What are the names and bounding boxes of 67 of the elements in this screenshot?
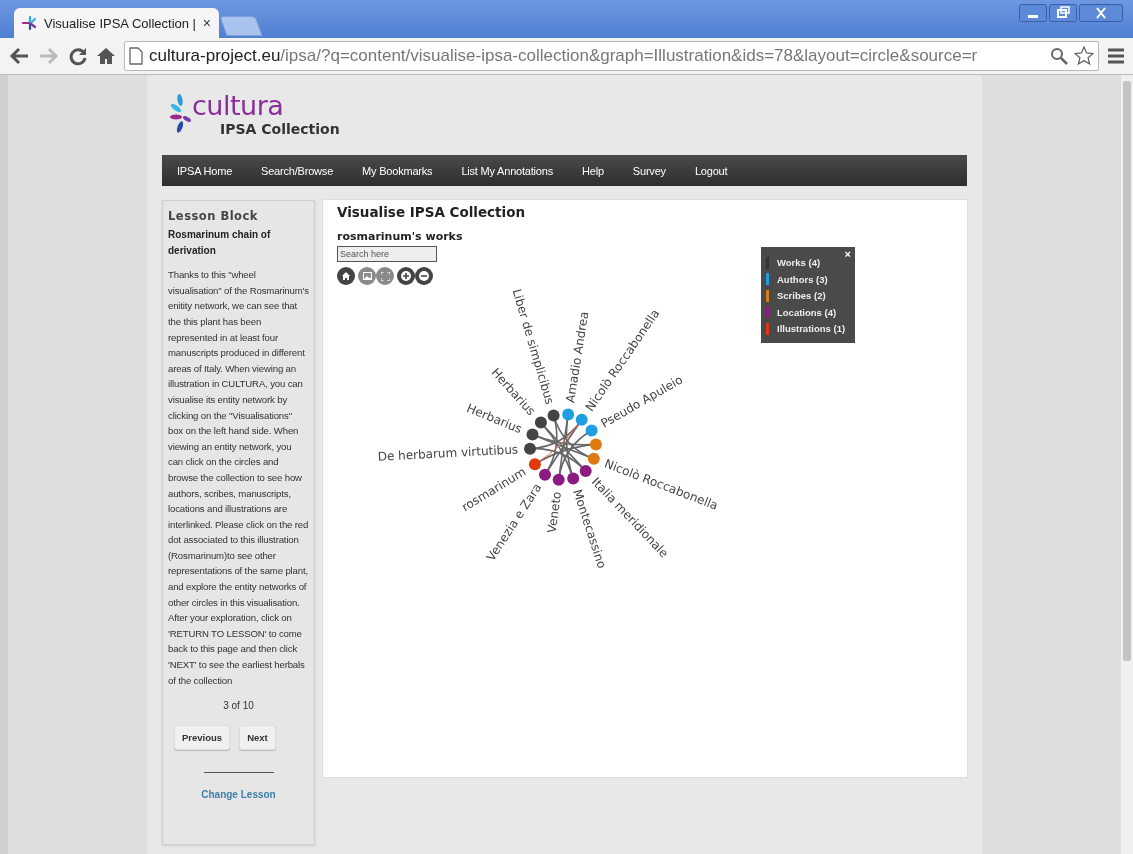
fullscreen-icon [380,271,390,281]
nav-link[interactable]: Help [582,164,604,177]
search-icon[interactable] [1050,47,1068,65]
logo-icon [170,93,192,135]
image-icon [362,272,372,280]
legend-label[interactable]: Authors (3) [777,273,828,285]
legend-close-button[interactable]: × [844,248,851,260]
node-label[interactable]: Veneto [544,490,565,534]
node-dot[interactable] [552,473,565,486]
node-dot[interactable] [534,416,547,429]
home-button[interactable] [337,267,355,285]
scrollbar-thumb[interactable] [1123,81,1131,661]
lesson-nav-button[interactable]: Previous [174,725,231,751]
graph-subtitle: rosmarinum's works [337,230,464,243]
close-icon[interactable] [1079,4,1123,22]
node-dot[interactable] [585,424,598,437]
home-icon [342,272,350,280]
lesson-heading: Rosmarinum chain of derivation [168,228,272,258]
node-dot[interactable] [539,468,551,481]
zoom-out-button[interactable] [415,267,433,285]
logo-wordmark: cultura [192,93,285,119]
nav-link[interactable]: List My Annotations [461,164,553,177]
home-icon[interactable] [96,46,116,66]
lesson-text: Thanks to this "wheel visualisation" of the Rosmarinum's enitity network, we can see that the this plant has been represented in at least four manuscripts produced in different areas of Italy. When viewing an illustration in CULTURA, you can visualise its entity network by clicking on the "Visualisations" box on the left hand side. When viewing an entity network, you can click on the circles and browse the collection to see how authors, scribes, manuscripts, locations and illustrations are interlinked. Please click on the red dot associated to this illustration (Rosmarinum)to see other representations of the same plant, and explore the entity networks of other circles in this visualisation. After your exploration, click on 'RETURN TO LESSON' to come back to this page and then click 'NEXT' to see the earliest herbals of the collection [168,268,309,688]
nav-link[interactable]: IPSA Home [177,164,233,177]
back-icon[interactable] [8,46,30,66]
page-icon [129,47,143,65]
legend-label[interactable]: Works (4) [777,257,821,269]
legend-label[interactable]: Illustrations (1) [777,323,846,335]
tab-close-button[interactable]: × [202,15,211,31]
node-dot[interactable] [547,409,560,422]
url-text: cultura-project.eu/ipsa/?q=content/visualise-ipsa-collection&graph=Illustration&ids=78&layout=circle&source=r [149,46,979,66]
sidebar-title: Lesson Block [168,209,259,223]
node-dot[interactable] [575,413,588,426]
change-lesson-link[interactable]: Change Lesson [168,789,309,801]
browser-tab[interactable]: Visualise IPSA Collection | × [14,8,219,38]
nav-link[interactable]: My Bookmarks [362,164,433,177]
restore-icon[interactable] [1049,4,1077,22]
flower-icon [22,15,38,31]
node-dot[interactable] [524,442,536,455]
address-bar[interactable]: cultura-project.eu/ipsa/?q=content/visualise-ipsa-collection&graph=Illustration&ids=78&layout=circle&source=r [124,41,1099,71]
legend-label[interactable]: Scribes (2) [777,290,826,302]
minimize-icon[interactable] [1019,4,1047,22]
node-dot[interactable] [587,452,600,465]
nav-link[interactable]: Survey [632,164,666,177]
zoom-in-button[interactable] [397,267,415,285]
node-dot[interactable] [562,408,575,421]
zoom-in-icon [401,271,411,281]
lesson-nav-button[interactable]: Next [239,725,276,751]
node-label[interactable]: De herbarum virtutibus [377,442,519,464]
search-field[interactable]: Search here [337,246,437,262]
tab-title: Visualise IPSA Collection | [44,15,197,31]
menu-icon[interactable] [1107,47,1125,65]
panel-title: Visualise IPSA Collection [337,204,527,220]
star-icon[interactable] [1074,46,1094,66]
site-subtitle: IPSA Collection [220,121,340,137]
node-dot[interactable] [526,428,539,441]
scrollbar[interactable] [1121,75,1133,854]
legend-label[interactable]: Locations (4) [777,306,837,318]
node-dot[interactable] [528,458,541,471]
reload-icon[interactable] [68,46,88,66]
zoom-out-icon [419,271,429,281]
node-dot[interactable] [579,464,592,477]
node-dot[interactable] [567,472,580,485]
nav-link[interactable]: Search/Browse [261,164,334,177]
nav-link[interactable]: Logout [694,164,728,177]
node-dot[interactable] [589,438,602,451]
